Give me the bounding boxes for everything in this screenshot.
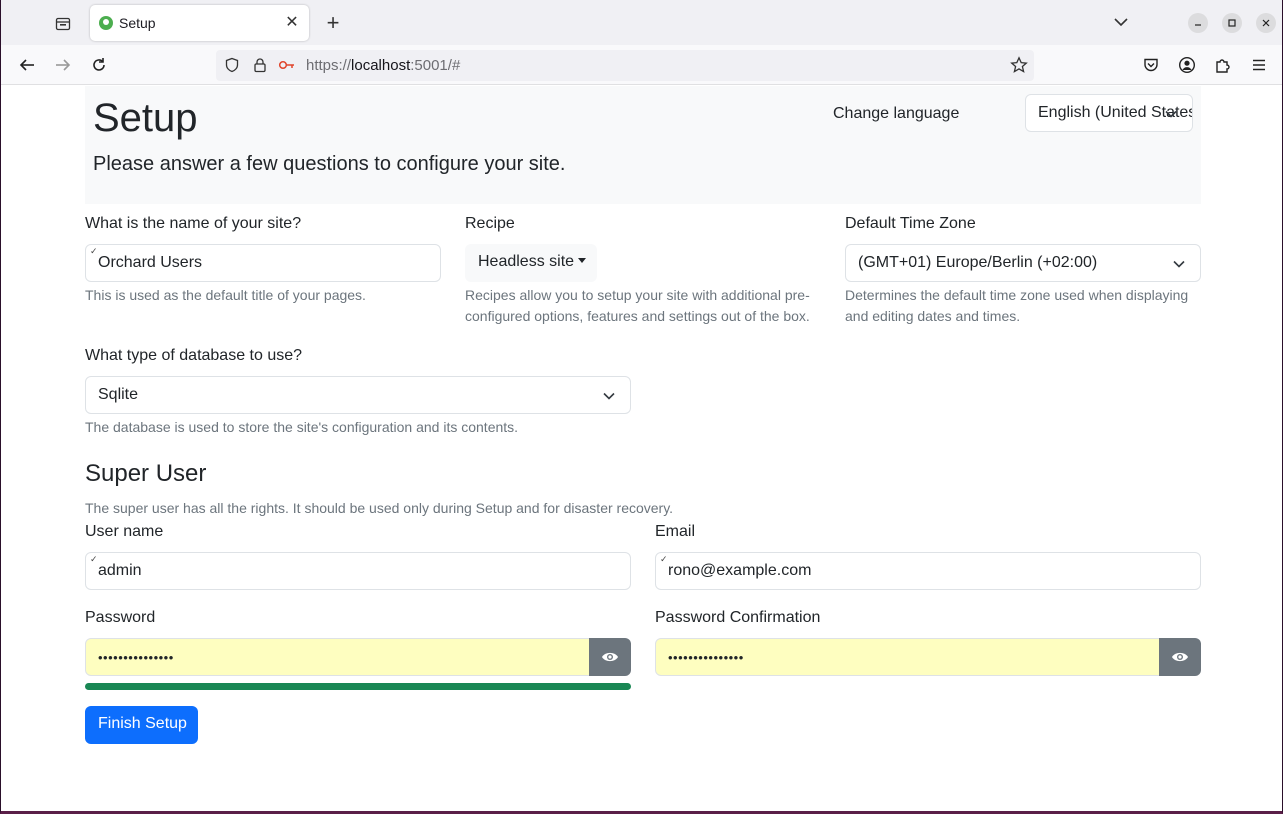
time-zone-label: Default Time Zone — [845, 215, 976, 232]
page-lead: Please answer a few questions to configu… — [93, 153, 566, 175]
recipe-help-line-2: configured options, features and setting… — [465, 308, 810, 324]
show-password-button[interactable] — [589, 638, 631, 676]
username-label: User name — [85, 523, 164, 540]
minimize-icon[interactable] — [1188, 13, 1208, 33]
database-select[interactable]: Sqlite — [85, 376, 631, 414]
site-name-label: What is the name of your site? — [85, 215, 302, 232]
password-label: Password — [85, 609, 156, 626]
recipe-help-line-1: Recipes allow you to setup your site wit… — [465, 287, 810, 303]
site-name-input[interactable]: ✓ Orchard Users — [85, 244, 441, 282]
recipe-label: Recipe — [465, 215, 515, 232]
eye-icon — [602, 652, 618, 662]
password-input[interactable]: ••••••••••••••• — [85, 638, 590, 676]
forward-icon[interactable] — [51, 53, 75, 77]
bookmark-star-icon[interactable] — [1010, 56, 1028, 79]
autofill-check-icon: ✓ — [90, 554, 98, 564]
tab-title: Setup — [119, 15, 156, 31]
time-zone-help-line-2: and editing dates and times. — [845, 308, 1021, 324]
time-zone-help-line-1: Determines the default time zone used wh… — [845, 287, 1189, 303]
change-language-label: Change language — [833, 105, 960, 122]
password-strength-bar — [85, 683, 631, 690]
recipe-dropdown-button[interactable]: Headless site — [465, 244, 597, 282]
chevron-down-icon — [1173, 260, 1185, 268]
pocket-icon[interactable] — [1139, 53, 1163, 77]
new-tab-icon[interactable]: + — [321, 11, 345, 35]
caret-down-icon — [578, 258, 587, 263]
email-input[interactable]: ✓ rono@example.com — [655, 552, 1201, 590]
eye-icon — [1172, 652, 1188, 662]
username-input[interactable]: ✓ admin — [85, 552, 631, 590]
close-window-icon[interactable] — [1256, 13, 1276, 33]
language-select[interactable]: English (United States) — [1025, 94, 1193, 132]
orchard-favicon-icon — [99, 16, 113, 30]
reload-icon[interactable] — [87, 53, 111, 77]
site-name-help: This is used as the default title of you… — [85, 287, 366, 303]
chevron-down-icon — [603, 392, 615, 400]
shield-icon[interactable] — [224, 57, 240, 78]
super-user-heading: Super User — [85, 460, 207, 487]
chevron-down-icon — [1165, 110, 1177, 118]
chevron-down-icon[interactable] — [1111, 12, 1131, 32]
page-title: Setup — [93, 96, 198, 140]
key-icon[interactable] — [278, 57, 296, 78]
account-icon[interactable] — [1175, 53, 1199, 77]
autofill-check-icon: ✓ — [660, 554, 668, 564]
autofill-check-icon: ✓ — [90, 246, 98, 256]
password-confirmation-input[interactable]: ••••••••••••••• — [655, 638, 1160, 676]
extensions-icon[interactable] — [1211, 53, 1235, 77]
time-zone-select[interactable]: (GMT+01) Europe/Berlin (+02:00) — [845, 244, 1201, 282]
navigation-toolbar: https://localhost:5001/# — [1, 45, 1282, 85]
tab-strip: Setup ✕ + — [1, 0, 1282, 45]
super-user-help: The super user has all the rights. It sh… — [85, 500, 674, 516]
database-help: The database is used to store the site's… — [85, 419, 519, 435]
email-label: Email — [655, 523, 696, 540]
close-tab-icon[interactable]: ✕ — [283, 14, 301, 32]
password-confirmation-label: Password Confirmation — [655, 609, 821, 626]
tab-list-icon[interactable] — [51, 11, 75, 35]
lock-icon[interactable] — [252, 57, 268, 78]
show-password-confirmation-button[interactable] — [1159, 638, 1201, 676]
back-icon[interactable] — [15, 53, 39, 77]
maximize-icon[interactable] — [1222, 13, 1242, 33]
setup-header: Setup Please answer a few questions to c… — [85, 86, 1201, 204]
finish-setup-button[interactable]: Finish Setup — [85, 706, 198, 744]
menu-icon[interactable] — [1247, 53, 1271, 77]
browser-window: Setup ✕ + https://localhost:5001/# Setup… — [0, 0, 1283, 814]
database-label: What type of database to use? — [85, 347, 303, 364]
tab-setup[interactable]: Setup ✕ — [90, 5, 309, 41]
page-content: Setup Please answer a few questions to c… — [1, 86, 1282, 811]
address-bar[interactable]: https://localhost:5001/# — [216, 50, 1034, 81]
url-text[interactable]: https://localhost:5001/# — [306, 57, 460, 74]
